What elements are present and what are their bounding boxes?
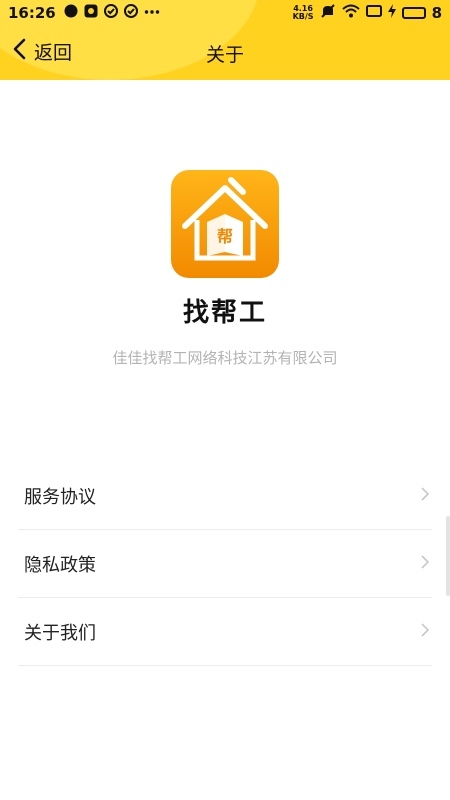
more-icon (144, 4, 160, 22)
notification-dot-icon (64, 4, 78, 22)
nav-bar: 返回 关于 (0, 30, 450, 76)
app-logo-icon: 帮 (171, 170, 279, 278)
app-name: 找帮工 (182, 298, 267, 328)
menu-item-service-agreement[interactable]: 服务协议 (18, 462, 432, 530)
company-name: 佳佳找帮工网络科技江苏有限公司 (112, 349, 338, 367)
app-logo-text: 帮 (217, 228, 233, 246)
battery-level: 8 (431, 4, 442, 22)
status-bar: 16:26 4.16 KB/S 8 (0, 0, 450, 26)
wifi-icon (341, 4, 360, 22)
chevron-right-icon (420, 622, 430, 642)
scrollbar[interactable] (446, 516, 450, 596)
chevron-right-icon (420, 554, 430, 574)
screen-icon (365, 4, 382, 22)
page-title: 关于 (205, 44, 244, 66)
chevron-right-icon (420, 486, 430, 506)
network-speed: 4.16 KB/S (293, 5, 314, 21)
menu-item-privacy-policy[interactable]: 隐私政策 (18, 530, 432, 598)
status-time: 16:26 (8, 4, 56, 22)
app-notification-icon (84, 4, 98, 22)
menu-item-label: 隐私政策 (24, 554, 96, 576)
charging-icon (387, 4, 396, 22)
header-bar: 16:26 4.16 KB/S 8 返回 关于 (0, 0, 450, 80)
network-speed-unit: KB/S (292, 12, 314, 21)
menu-item-label: 关于我们 (24, 622, 96, 644)
menu-item-about-us[interactable]: 关于我们 (18, 598, 432, 666)
check-circle-icon (123, 4, 138, 22)
check-circle-icon (103, 4, 118, 22)
menu-item-label: 服务协议 (24, 486, 96, 508)
battery-icon (401, 7, 426, 19)
about-menu: 服务协议 隐私政策 关于我们 (18, 462, 432, 666)
mute-icon (320, 3, 336, 23)
